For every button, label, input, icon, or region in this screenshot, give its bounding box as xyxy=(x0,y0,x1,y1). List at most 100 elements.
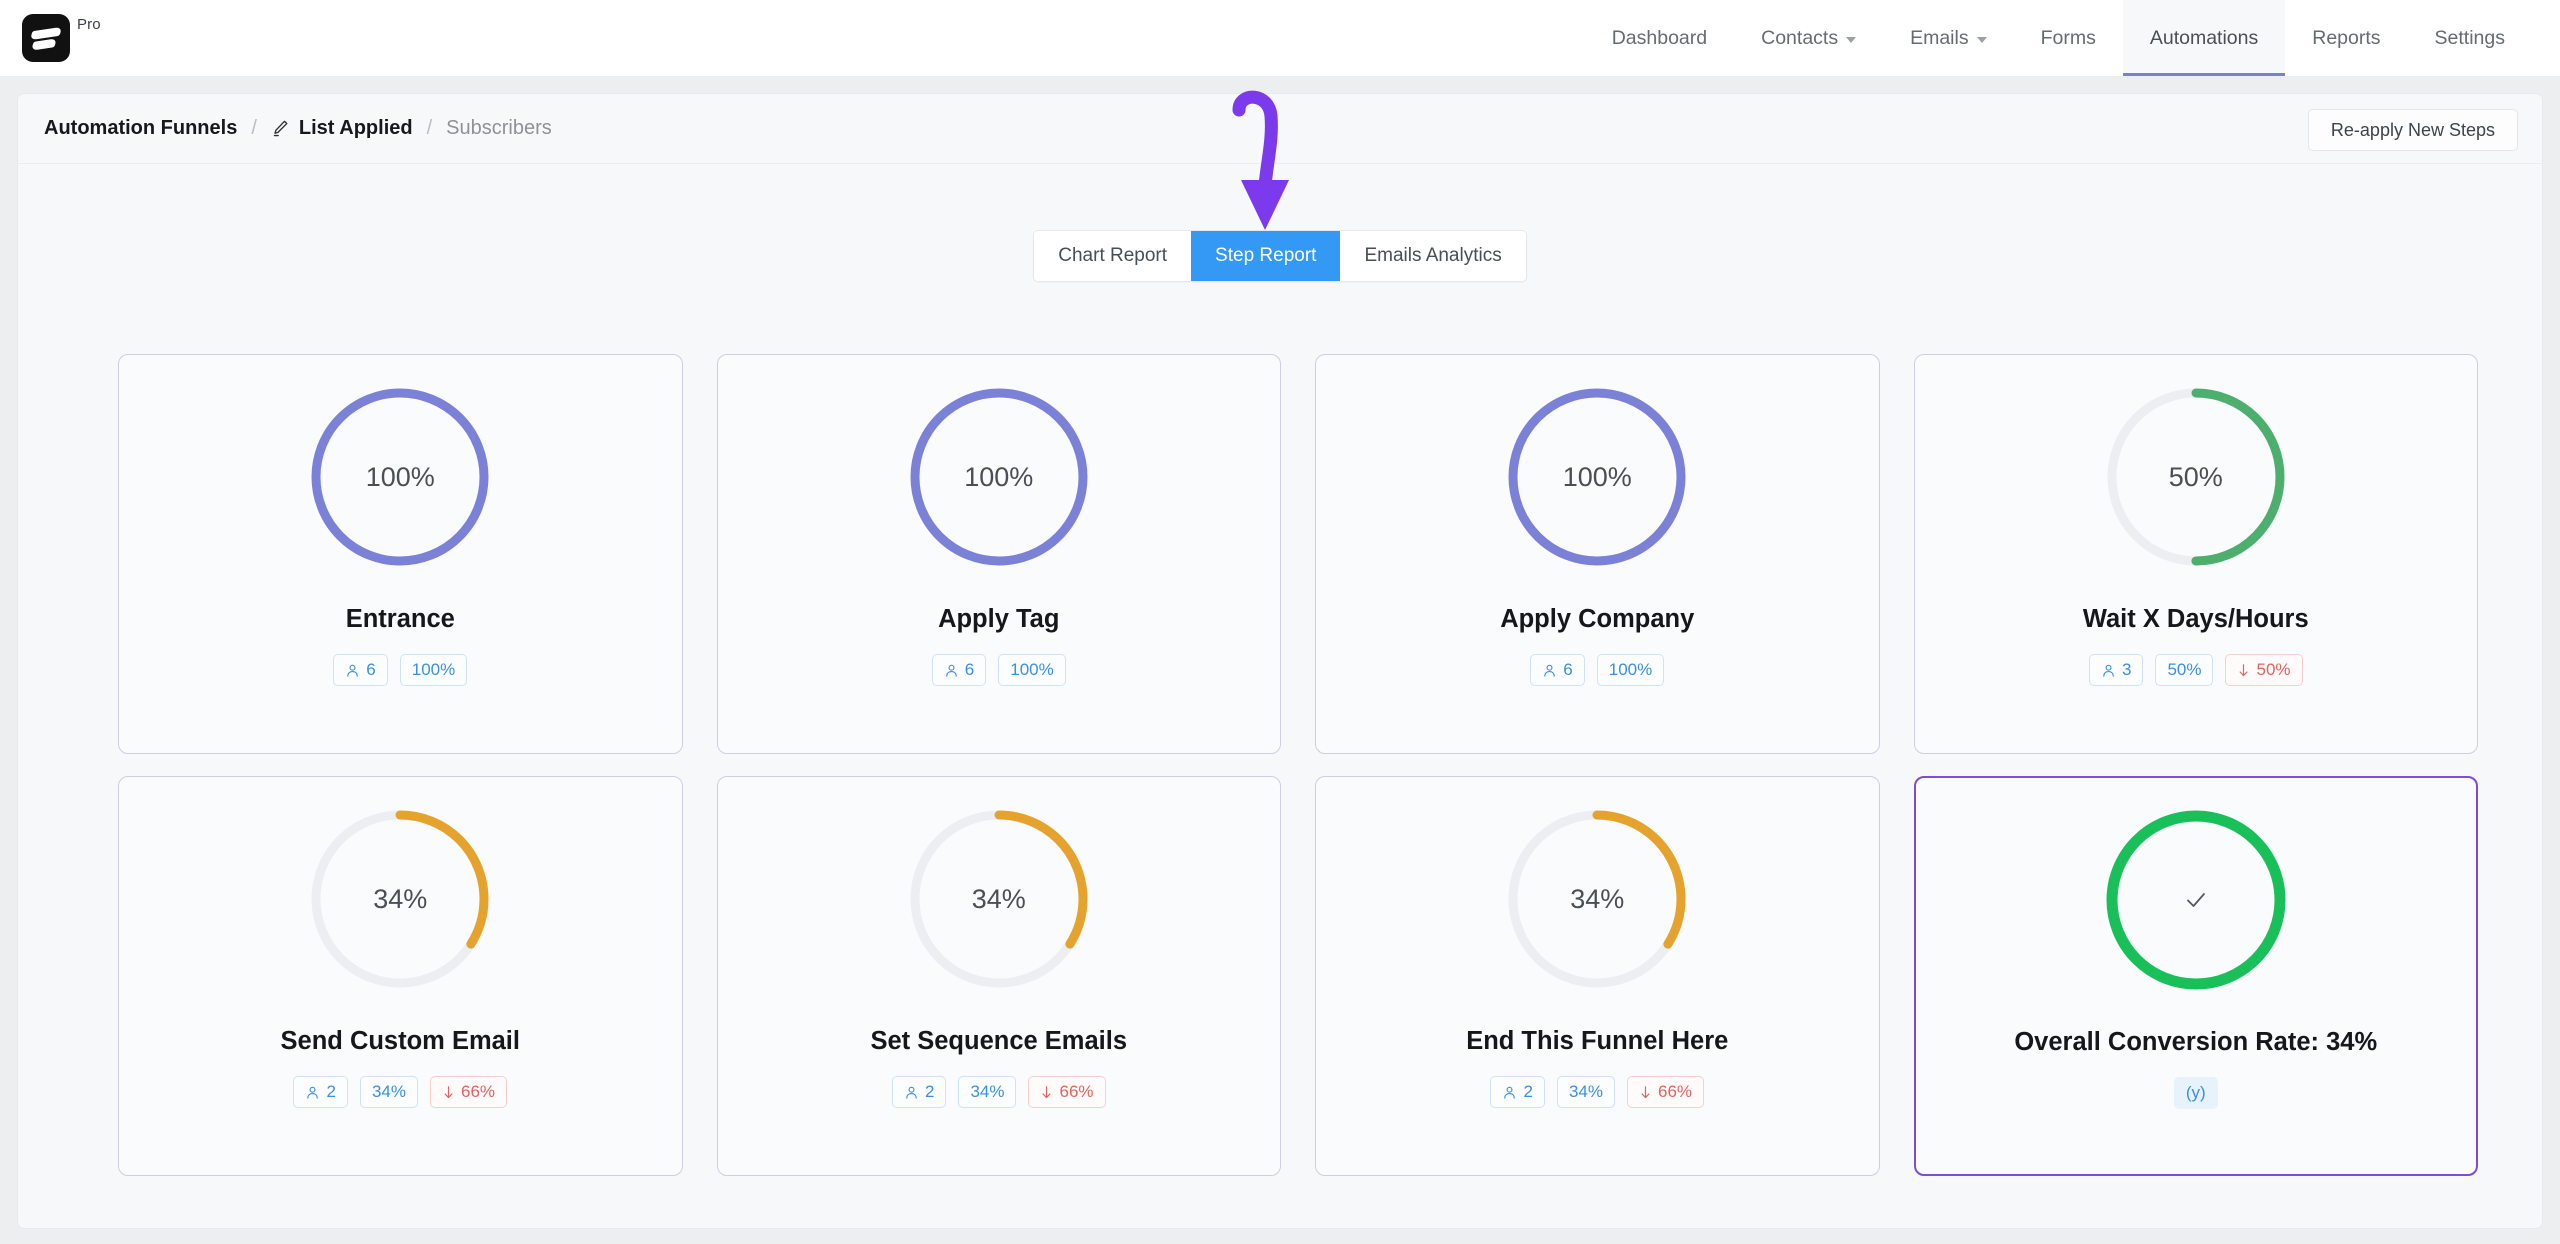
badge-people: 6 xyxy=(333,654,388,686)
step-card-badges: 3 50% 50% xyxy=(2088,654,2303,686)
badge-people: 3 xyxy=(2088,654,2144,686)
reapply-new-steps-button[interactable]: Re-apply New Steps xyxy=(2307,109,2518,151)
nav-item-emails[interactable]: Emails xyxy=(1883,0,2014,76)
nav-item-reports[interactable]: Reports xyxy=(2285,0,2407,76)
badge-label: 50% xyxy=(2167,660,2202,679)
step-card[interactable]: 100% Apply Company 6 100% xyxy=(1315,354,1880,754)
badge-label: 2 xyxy=(326,1082,336,1101)
badge-label: 6 xyxy=(1563,660,1573,679)
person-icon xyxy=(345,663,360,678)
panel-header: Automation Funnels / List Applied / Subs… xyxy=(18,94,2542,164)
badge-label: 66% xyxy=(460,1082,496,1101)
ring-percent-label: 34% xyxy=(971,883,1026,914)
badge-label: 2 xyxy=(924,1082,935,1101)
report-tabs-container: Chart Report Step Report Emails Analytics xyxy=(18,230,2542,282)
nav-item-automations[interactable]: Automations xyxy=(2122,0,2286,76)
nav-item-forms[interactable]: Forms xyxy=(2014,0,2123,76)
main-nav: Dashboard Contacts Emails Forms Automations R… xyxy=(1585,0,2532,76)
nav-item-label: Forms xyxy=(2040,26,2096,49)
nav-item-label: Contacts xyxy=(1761,26,1839,49)
badge-people: 2 xyxy=(891,1076,947,1108)
progress-ring: 100% xyxy=(1497,377,1697,577)
arrow-down-icon xyxy=(1639,1085,1652,1100)
step-card[interactable]: 34% End This Funnel Here 2 34% 66% xyxy=(1315,776,1880,1176)
progress-ring: 34% xyxy=(899,799,1099,999)
step-card-badges: 2 34% 66% xyxy=(293,1076,508,1108)
content-panel: Automation Funnels / List Applied / Subs… xyxy=(18,94,2542,1228)
badge-plain: 100% xyxy=(399,654,468,686)
nav-item-label: Emails xyxy=(1910,26,1969,49)
brand-logo[interactable]: Pro xyxy=(22,14,101,62)
nav-item-contacts[interactable]: Contacts xyxy=(1734,0,1883,76)
tab-chart-report[interactable]: Chart Report xyxy=(1034,231,1192,281)
breadcrumb-separator-2: / xyxy=(426,117,433,139)
badge-label: 100% xyxy=(1608,660,1653,679)
badge-plain: 100% xyxy=(1596,654,1665,686)
badge-label: 34% xyxy=(371,1082,406,1101)
nav-item-label: Dashboard xyxy=(1611,26,1708,49)
step-card-badges: 6 100% xyxy=(931,654,1066,686)
ring-percent-label: 34% xyxy=(373,883,428,914)
step-card-badges: 6 100% xyxy=(1530,654,1665,686)
badge-label: 2 xyxy=(1523,1082,1533,1101)
person-icon xyxy=(904,1085,919,1100)
report-tabs: Chart Report Step Report Emails Analytics xyxy=(1033,230,1527,282)
progress-ring: 34% xyxy=(1497,799,1697,999)
nav-item-label: Automations xyxy=(2149,26,2259,49)
badge-label: 100% xyxy=(411,660,456,679)
person-icon xyxy=(944,663,959,678)
step-card[interactable]: 34% Send Custom Email 2 34% 66% xyxy=(118,776,683,1176)
check-icon xyxy=(2096,800,2296,1000)
tab-emails-analytics[interactable]: Emails Analytics xyxy=(1340,231,1526,281)
badge-drop: 66% xyxy=(1626,1076,1705,1108)
breadcrumb-root[interactable]: Automation Funnels xyxy=(44,117,237,140)
person-icon xyxy=(2101,663,2116,678)
badge-plain: 34% xyxy=(958,1076,1017,1108)
nav-item-label: Reports xyxy=(2312,26,2381,49)
badge-label: 50% xyxy=(2256,660,2291,679)
chevron-down-icon xyxy=(1976,36,1987,43)
nav-item-label: Settings xyxy=(2434,26,2505,49)
ring-percent-label: 50% xyxy=(2168,461,2223,492)
progress-ring: 50% xyxy=(2096,377,2296,577)
progress-ring xyxy=(2096,800,2296,1000)
badge-people: 6 xyxy=(1530,654,1585,686)
step-card[interactable]: 100% Apply Tag 6 100% xyxy=(716,354,1281,754)
person-icon xyxy=(1502,1085,1517,1100)
progress-ring: 34% xyxy=(300,799,500,999)
step-card-title: Send Custom Email xyxy=(280,1027,520,1055)
step-cards-grid: 100% Entrance 6 100% 100% Apply Tag 6 100% 100% A… xyxy=(118,354,2478,1176)
tab-step-report[interactable]: Step Report xyxy=(1191,231,1341,281)
step-card[interactable]: 34% Set Sequence Emails 2 34% 66% xyxy=(716,776,1281,1176)
arrow-down-icon xyxy=(1040,1085,1053,1100)
step-card[interactable]: Overall Conversion Rate: 34% (y) xyxy=(1913,776,2478,1176)
step-card-badges: 2 34% 66% xyxy=(1490,1076,1705,1108)
step-card[interactable]: 50% Wait X Days/Hours 3 50% 50% xyxy=(1913,354,2478,754)
badge-label: 6 xyxy=(366,660,376,679)
badge-label: 66% xyxy=(1657,1082,1693,1101)
chevron-down-icon xyxy=(1846,36,1857,43)
breadcrumb-tail[interactable]: Subscribers xyxy=(446,117,552,140)
step-card-badges: 2 34% 66% xyxy=(891,1076,1106,1108)
person-icon xyxy=(305,1085,320,1100)
badge-label: 3 xyxy=(2121,660,2132,679)
breadcrumb-separator-1: / xyxy=(251,117,257,139)
badge-drop: 66% xyxy=(1028,1076,1106,1108)
nav-item-settings[interactable]: Settings xyxy=(2408,0,2532,76)
breadcrumb-current[interactable]: List Applied xyxy=(271,117,413,140)
person-icon xyxy=(1542,663,1557,678)
step-card-title: Apply Company xyxy=(1500,605,1695,633)
badge-plain: 34% xyxy=(359,1076,418,1108)
badge-people: 2 xyxy=(1490,1076,1545,1108)
nav-item-dashboard[interactable]: Dashboard xyxy=(1585,0,1734,76)
step-card[interactable]: 100% Entrance 6 100% xyxy=(118,354,683,754)
pencil-icon xyxy=(271,119,290,138)
ring-percent-label: 100% xyxy=(365,461,435,492)
top-navigation-bar: Pro Dashboard Contacts Emails Forms Automati… xyxy=(0,0,2560,76)
badge-drop: 50% xyxy=(2225,654,2303,686)
badge-plain: 34% xyxy=(1556,1076,1615,1108)
step-card-title: Wait X Days/Hours xyxy=(2082,605,2309,633)
badge-plain: 100% xyxy=(998,654,1066,686)
badge-people: 2 xyxy=(293,1076,348,1108)
step-card-title: Overall Conversion Rate: 34% xyxy=(2014,1028,2378,1056)
